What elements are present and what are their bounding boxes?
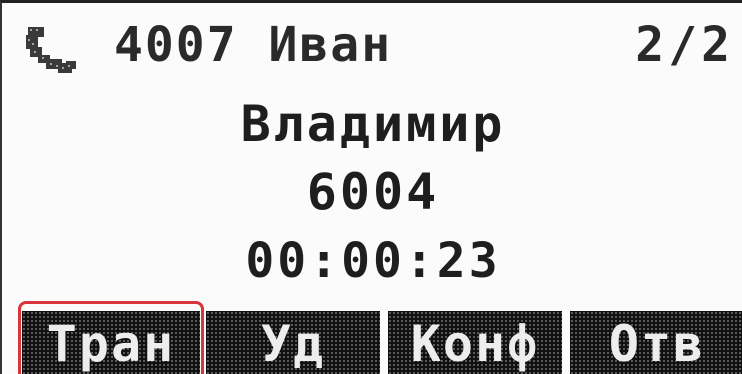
softkey-transfer[interactable]: Тран bbox=[22, 311, 200, 374]
caller-name: Владимир bbox=[240, 95, 506, 153]
status-bar: 4007 Иван 2/2 bbox=[2, 17, 742, 81]
handset-icon bbox=[26, 27, 76, 73]
call-timer: 00:00:23 bbox=[245, 233, 501, 289]
softkey-bar: Тран Уд Конф Отв bbox=[2, 301, 742, 374]
line-count: 2/2 bbox=[635, 17, 734, 73]
line-label: 4007 Иван bbox=[114, 17, 393, 73]
softkey-answer[interactable]: Отв bbox=[570, 311, 742, 374]
softkey-hold[interactable]: Уд bbox=[206, 311, 380, 374]
caller-number: 6004 bbox=[306, 163, 440, 221]
softkey-conference[interactable]: Конф bbox=[388, 311, 562, 374]
phone-lcd-screen: 4007 Иван 2/2 Владимир 6004 00:00:23 Тра… bbox=[0, 0, 742, 374]
